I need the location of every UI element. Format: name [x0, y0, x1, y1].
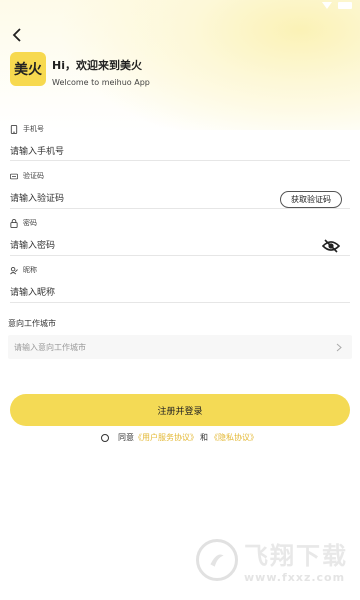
agree-radio[interactable] [101, 433, 109, 442]
privacy-policy-link[interactable]: 《隐私协议》 [210, 432, 258, 443]
code-input[interactable]: 请输入验证码 [10, 192, 64, 206]
verification-code-icon [10, 173, 18, 179]
signal-icon [322, 1, 332, 9]
agree-prefix: 同意 [118, 433, 134, 442]
register-login-button[interactable]: 注册并登录 [10, 394, 350, 426]
agreement-row: 同意 《用户服务协议》 和 《隐私协议》 [101, 432, 258, 443]
agree-and: 和 [200, 433, 208, 442]
divider [10, 160, 350, 161]
password-input[interactable]: 请输入密码 [10, 239, 55, 253]
watermark-logo-icon [196, 539, 238, 581]
back-button[interactable] [8, 26, 26, 44]
city-placeholder: 请输入意向工作城市 [14, 342, 86, 352]
code-label: 验证码 [23, 172, 44, 180]
phone-placeholder: 请输入手机号 [10, 147, 65, 157]
phone-input[interactable]: 请输入手机号 [10, 145, 350, 159]
divider [10, 208, 350, 209]
phone-icon [10, 124, 18, 134]
city-label: 意向工作城市 [8, 319, 56, 328]
nickname-input[interactable]: 请输入昵称 [10, 286, 350, 300]
divider [10, 302, 350, 303]
battery-icon [338, 1, 352, 9]
lock-icon [10, 218, 18, 228]
status-bar [322, 0, 352, 10]
divider [10, 255, 350, 256]
eye-slash-icon[interactable] [322, 239, 340, 253]
nickname-placeholder: 请输入昵称 [10, 288, 56, 298]
user-agreement-link[interactable]: 《用户服务协议》 [134, 432, 198, 443]
city-select[interactable]: 请输入意向工作城市 [8, 335, 352, 359]
watermark-title: 飞翔下载 [244, 542, 348, 570]
watermark-url: www.fxxz.com [244, 571, 346, 584]
app-logo: 美火 [10, 52, 46, 86]
welcome-title: Hi，欢迎来到美火 [52, 59, 142, 72]
code-field-group: 验证码 请输入验证码 获取验证码 [10, 170, 350, 208]
password-label: 密码 [23, 219, 37, 227]
nickname-field-group: 昵称 请输入昵称 [10, 264, 350, 300]
password-field-group: 密码 请输入密码 [10, 217, 350, 253]
nickname-label: 昵称 [23, 266, 37, 274]
chevron-right-icon [336, 343, 342, 351]
chevron-left-icon [12, 28, 21, 42]
watermark: 飞翔下载 www.fxxz.com [196, 536, 348, 584]
user-edit-icon [10, 266, 18, 274]
welcome-subtitle: Welcome to meihuo App [52, 78, 150, 87]
phone-label: 手机号 [23, 125, 44, 133]
get-code-button[interactable]: 获取验证码 [280, 190, 342, 208]
phone-field-group: 手机号 请输入手机号 [10, 123, 350, 159]
